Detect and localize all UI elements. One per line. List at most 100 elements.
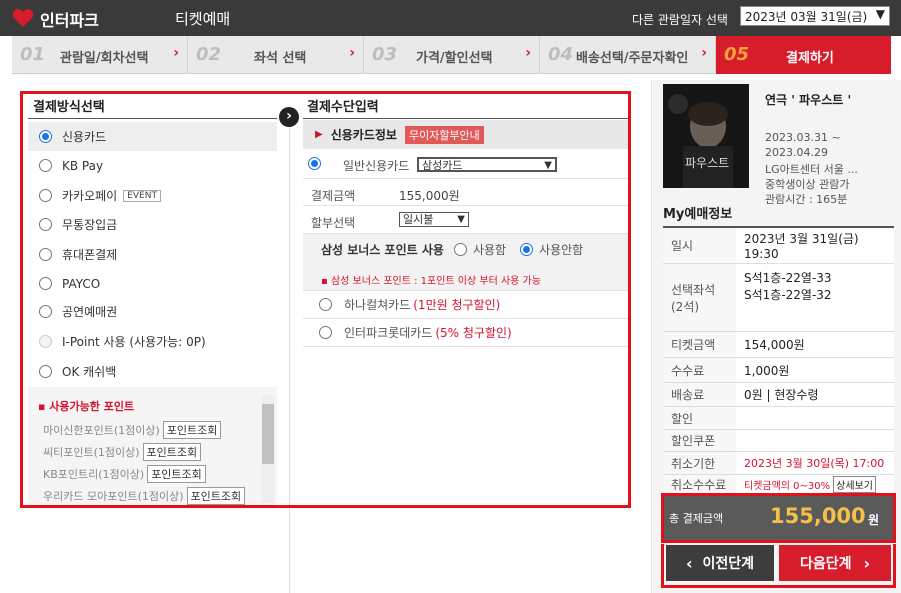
radio-icon[interactable]: [39, 159, 52, 172]
card-option-hana[interactable]: 하나컬쳐카드 (1만원 청구할인): [303, 291, 630, 319]
radio-selected-icon[interactable]: [39, 130, 52, 143]
info-value: [736, 407, 894, 429]
step-label: 관람일/회차선택: [60, 51, 149, 66]
date-select-label: 다른 관람일자 선택: [632, 13, 728, 27]
radio-selected-icon[interactable]: [520, 242, 534, 256]
radio-icon[interactable]: [39, 365, 52, 378]
point-row: 우리카드 모아포인트(1점이상) 포인트조회: [43, 487, 246, 505]
points-title-text: 사용가능한 포인트: [49, 400, 135, 413]
payment-option-kbpay[interactable]: KB Pay: [28, 151, 277, 180]
chevron-down-icon: ▼: [544, 160, 552, 171]
radio-icon[interactable]: [453, 242, 467, 256]
point-check-button[interactable]: 포인트조회: [147, 465, 206, 483]
installment-select-value: 일시불: [403, 213, 434, 226]
general-card-label: 일반신용카드: [343, 159, 410, 173]
bonus-use-label: 사용함: [472, 242, 507, 257]
step-4[interactable]: 04 배송선택/주문자확인 ›: [540, 36, 716, 74]
amount-label: 결제금액: [311, 189, 356, 203]
radio-icon[interactable]: [39, 189, 52, 202]
step-5-current: 05 결제하기: [716, 36, 891, 74]
point-label: 씨티포인트(1점이상): [43, 446, 140, 459]
info-value: 0원 | 현장수령: [736, 383, 894, 406]
option-label: I-Point 사용 (사용가능: 0P): [62, 335, 206, 349]
card-option-name: 인터파크롯데카드: [344, 326, 433, 340]
show-runtime: 관람시간 : 165분: [765, 193, 848, 206]
points-title: ▪ 사용가능한 포인트: [38, 400, 135, 413]
step-label: 결제하기: [786, 51, 834, 66]
scrollbar[interactable]: [262, 395, 274, 503]
radio-icon[interactable]: [39, 277, 52, 290]
show-title: 연극 ' 파우스트 ': [765, 93, 852, 107]
bonus-nouse-label: 사용안함: [539, 242, 584, 257]
radio-icon[interactable]: [319, 298, 332, 311]
option-label: 공연예매권: [62, 305, 118, 319]
info-row-seats: 선택좌석 (2석) S석1층-22열-33 S석1층-22열-32: [663, 264, 894, 332]
step-label: 배송선택/주문자확인: [576, 51, 689, 66]
top-bar: 인터파크 티켓예매 다른 관람일자 선택 2023년 03월 31일(금) ▼: [0, 0, 901, 36]
chevron-left-icon: ‹: [685, 553, 693, 573]
step-number: 02: [196, 44, 222, 65]
payment-option-kakaopay[interactable]: 카카오페이 EVENT: [28, 181, 277, 210]
info-row-delivery: 배송료 0원 | 현장수령: [663, 383, 894, 407]
info-row-cancel-deadline: 취소기한 2023년 3월 30일(목) 17:00: [663, 452, 894, 475]
info-row-coupon: 할인쿠폰: [663, 430, 894, 452]
option-label: 휴대폰결제: [62, 248, 118, 262]
chevron-right-icon: ›: [349, 45, 355, 61]
payment-option-bank-transfer[interactable]: 무통장입금: [28, 210, 277, 239]
card-option-lotte[interactable]: 인터파크롯데카드 (5% 청구할인): [303, 319, 630, 347]
info-row-datetime: 일시 2023년 3월 31일(금) 19:30: [663, 228, 894, 264]
radio-selected-icon[interactable]: [308, 157, 321, 170]
point-row: 마이신한포인트(1점이상) 포인트조회: [43, 421, 222, 439]
step-number: 01: [20, 44, 46, 65]
detail-view-button[interactable]: 상세보기: [833, 476, 876, 493]
date-select[interactable]: 2023년 03월 31일(금) ▼: [740, 6, 890, 26]
scrollbar-thumb[interactable]: [262, 404, 274, 464]
step-label: 가격/할인선택: [416, 51, 493, 66]
point-check-button[interactable]: 포인트조회: [162, 421, 222, 439]
step-2[interactable]: 02 좌석 선택 ›: [188, 36, 364, 74]
credit-card-header: ▶ 신용카드정보 무이자할부안내: [303, 120, 630, 149]
info-value: [736, 430, 894, 451]
payment-option-voucher[interactable]: 공연예매권: [28, 297, 277, 326]
payment-method-title: 결제방식선택: [33, 100, 105, 115]
show-age: 중학생이상 관람가: [765, 178, 850, 191]
show-date-end: 2023.04.29: [765, 146, 828, 159]
chevron-right-icon: ›: [863, 553, 871, 573]
radio-disabled-icon: [39, 335, 52, 348]
heart-logo-icon: [12, 9, 34, 27]
general-card-row: 일반신용카드 삼성카드 ▼: [303, 149, 630, 178]
interest-free-button[interactable]: 무이자할부안내: [404, 125, 484, 144]
show-poster: 파우스트: [663, 84, 749, 188]
option-label: 무통장입금: [62, 218, 118, 232]
radio-icon[interactable]: [39, 218, 52, 231]
info-value-line: 19:30: [744, 247, 779, 261]
installment-select[interactable]: 일시불 ▼: [399, 212, 469, 227]
chevron-down-icon: ▼: [875, 7, 885, 21]
step-1[interactable]: 01 관람일/회차선택 ›: [12, 36, 188, 74]
total-payment-box: 총 결제금액 155,000 원: [661, 493, 896, 543]
next-step-button[interactable]: 다음단계 ›: [779, 545, 891, 581]
info-key: 일시: [663, 228, 736, 263]
divider: [28, 118, 277, 119]
payment-option-ok-cashbag[interactable]: OK 캐쉬백: [28, 357, 277, 386]
point-check-button[interactable]: 포인트조회: [186, 487, 246, 505]
card-company-select[interactable]: 삼성카드 ▼: [417, 157, 557, 172]
option-label: PAYCO: [62, 276, 101, 291]
payment-option-payco[interactable]: PAYCO: [28, 269, 277, 298]
radio-icon[interactable]: [39, 248, 52, 261]
payment-option-credit-card[interactable]: 신용카드: [28, 122, 277, 151]
step-3[interactable]: 03 가격/할인선택 ›: [364, 36, 540, 74]
chevron-down-icon: ▼: [457, 214, 465, 225]
info-key: 티켓금액: [663, 332, 736, 357]
radio-icon[interactable]: [319, 326, 332, 339]
point-check-button[interactable]: 포인트조회: [142, 443, 202, 461]
payment-option-mobile[interactable]: 휴대폰결제: [28, 240, 277, 269]
info-row-discount: 할인: [663, 407, 894, 430]
info-value-line: S석1층-22열-32: [744, 288, 832, 302]
radio-icon[interactable]: [39, 305, 52, 318]
show-date-start: 2023.03.31 ~: [765, 131, 841, 144]
info-key: 할인쿠폰: [663, 430, 736, 451]
my-booking-title: My예매정보: [663, 207, 733, 222]
total-amount: 155,000: [770, 504, 866, 528]
prev-step-button[interactable]: ‹ 이전단계: [666, 545, 774, 581]
